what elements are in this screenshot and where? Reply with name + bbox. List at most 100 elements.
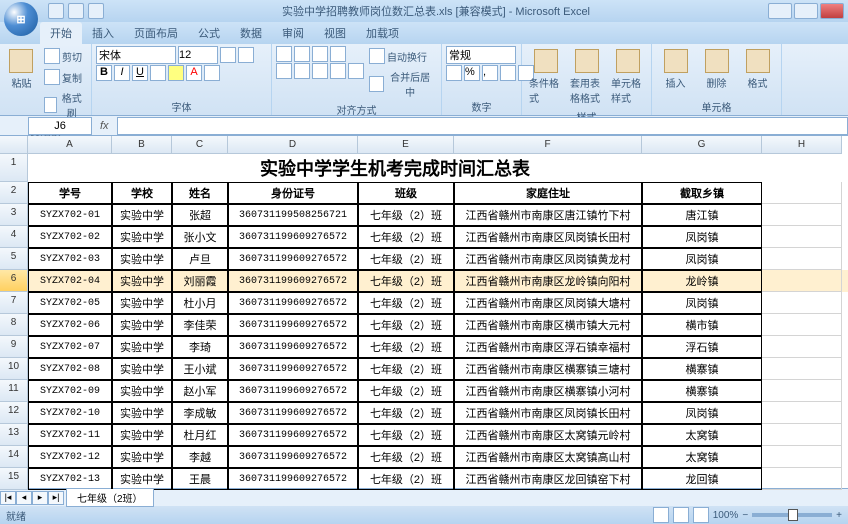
table-cell[interactable]: 实验中学 <box>112 424 172 446</box>
table-cell[interactable]: 七年级（2）班 <box>358 314 454 336</box>
table-cell[interactable]: 杜小月 <box>172 292 228 314</box>
table-cell[interactable]: 实验中学 <box>112 336 172 358</box>
merge-center-button[interactable]: 合并后居中 <box>366 67 437 101</box>
format-cells-button[interactable]: 格式 <box>738 46 777 93</box>
delete-cells-button[interactable]: 删除 <box>697 46 736 93</box>
table-cell[interactable]: 张小文 <box>172 226 228 248</box>
cell-style-button[interactable]: 单元格样式 <box>608 46 647 108</box>
maximize-button[interactable] <box>794 3 818 19</box>
table-cell[interactable]: 王晨 <box>172 468 228 490</box>
table-cell[interactable]: 赵小军 <box>172 380 228 402</box>
table-cell[interactable]: 卢旦 <box>172 248 228 270</box>
qat-redo-icon[interactable] <box>88 3 104 19</box>
zoom-slider[interactable] <box>752 513 832 517</box>
col-header-E[interactable]: E <box>358 136 454 154</box>
table-cell[interactable]: 实验中学 <box>112 446 172 468</box>
table-header[interactable]: 身份证号 <box>228 182 358 204</box>
align-right-icon[interactable] <box>312 63 328 79</box>
table-cell[interactable]: 360731199508256721 <box>228 204 358 226</box>
select-all-corner[interactable] <box>0 136 28 154</box>
table-cell[interactable]: SYZX702-05 <box>28 292 112 314</box>
col-header-C[interactable]: C <box>172 136 228 154</box>
table-cell[interactable]: 江西省赣州市南康区龙回镇窑下村 <box>454 468 642 490</box>
table-cell[interactable]: 江西省赣州市南康区凤岗镇大塘村 <box>454 292 642 314</box>
cell[interactable] <box>762 270 842 292</box>
cell[interactable] <box>762 336 842 358</box>
cell[interactable] <box>762 380 842 402</box>
table-cell[interactable]: SYZX702-13 <box>28 468 112 490</box>
align-top-icon[interactable] <box>276 46 292 62</box>
cell[interactable] <box>762 402 842 424</box>
row-header[interactable]: 3 <box>0 204 28 226</box>
tab-insert[interactable]: 插入 <box>82 22 124 44</box>
paste-button[interactable]: 粘贴 <box>4 46 39 93</box>
table-cell[interactable]: 刘丽霞 <box>172 270 228 292</box>
table-cell[interactable]: 太窝镇 <box>642 446 762 468</box>
table-cell[interactable]: 实验中学 <box>112 358 172 380</box>
table-cell[interactable]: 实验中学 <box>112 314 172 336</box>
table-cell[interactable]: 七年级（2）班 <box>358 468 454 490</box>
row-header[interactable]: 13 <box>0 424 28 446</box>
tab-view[interactable]: 视图 <box>314 22 356 44</box>
table-cell[interactable]: 江西省赣州市南康区横寨镇小河村 <box>454 380 642 402</box>
cut-button[interactable]: 剪切 <box>41 46 87 66</box>
table-cell[interactable]: 实验中学 <box>112 204 172 226</box>
grow-font-icon[interactable] <box>220 47 236 63</box>
shrink-font-icon[interactable] <box>238 47 254 63</box>
table-cell[interactable]: 360731199609276572 <box>228 402 358 424</box>
font-family-select[interactable] <box>96 46 176 64</box>
row-header[interactable]: 2 <box>0 182 28 204</box>
table-cell[interactable]: 实验中学 <box>112 468 172 490</box>
tab-formulas[interactable]: 公式 <box>188 22 230 44</box>
qat-undo-icon[interactable] <box>68 3 84 19</box>
table-cell[interactable]: 江西省赣州市南康区横寨镇三塘村 <box>454 358 642 380</box>
table-cell[interactable]: 七年级（2）班 <box>358 380 454 402</box>
bold-icon[interactable]: B <box>96 65 112 81</box>
row-header[interactable]: 12 <box>0 402 28 424</box>
row-header[interactable]: 6 <box>0 270 28 292</box>
col-header-A[interactable]: A <box>28 136 112 154</box>
row-header[interactable]: 10 <box>0 358 28 380</box>
view-break-icon[interactable] <box>693 507 709 523</box>
table-cell[interactable]: 李越 <box>172 446 228 468</box>
table-cell[interactable]: 王小斌 <box>172 358 228 380</box>
col-header-G[interactable]: G <box>642 136 762 154</box>
minimize-button[interactable] <box>768 3 792 19</box>
cell[interactable] <box>762 292 842 314</box>
view-normal-icon[interactable] <box>653 507 669 523</box>
table-cell[interactable]: SYZX702-11 <box>28 424 112 446</box>
cell[interactable] <box>762 314 842 336</box>
table-cell[interactable]: 横市镇 <box>642 314 762 336</box>
table-cell[interactable]: 360731199609276572 <box>228 336 358 358</box>
align-bottom-icon[interactable] <box>312 46 328 62</box>
underline-icon[interactable]: U <box>132 65 148 81</box>
table-cell[interactable]: 凤岗镇 <box>642 226 762 248</box>
table-cell[interactable]: 实验中学 <box>112 226 172 248</box>
tab-nav-prev[interactable]: ◂ <box>16 491 32 505</box>
cell[interactable] <box>762 424 842 446</box>
table-cell[interactable]: 凤岗镇 <box>642 292 762 314</box>
table-header[interactable]: 班级 <box>358 182 454 204</box>
table-cell[interactable]: 七年级（2）班 <box>358 270 454 292</box>
align-left-icon[interactable] <box>276 63 292 79</box>
cell[interactable] <box>762 154 842 182</box>
cell[interactable] <box>762 204 842 226</box>
table-cell[interactable]: 实验中学 <box>112 270 172 292</box>
table-cell[interactable]: 太窝镇 <box>642 424 762 446</box>
table-cell[interactable]: 七年级（2）班 <box>358 204 454 226</box>
table-cell[interactable]: 唐江镇 <box>642 204 762 226</box>
table-cell[interactable]: SYZX702-03 <box>28 248 112 270</box>
wrap-text-button[interactable]: 自动换行 <box>366 46 437 66</box>
table-cell[interactable]: 横寨镇 <box>642 380 762 402</box>
table-cell[interactable]: 龙岭镇 <box>642 270 762 292</box>
table-cell[interactable]: 凤岗镇 <box>642 402 762 424</box>
fill-color-icon[interactable] <box>168 65 184 81</box>
table-cell[interactable]: 七年级（2）班 <box>358 424 454 446</box>
table-cell[interactable]: SYZX702-04 <box>28 270 112 292</box>
table-cell[interactable]: 360731199609276572 <box>228 270 358 292</box>
office-orb[interactable]: ⊞ <box>4 2 38 36</box>
copy-button[interactable]: 复制 <box>41 67 87 87</box>
cell[interactable] <box>762 248 842 270</box>
table-cell[interactable]: 360731199609276572 <box>228 292 358 314</box>
border-icon[interactable] <box>150 65 166 81</box>
